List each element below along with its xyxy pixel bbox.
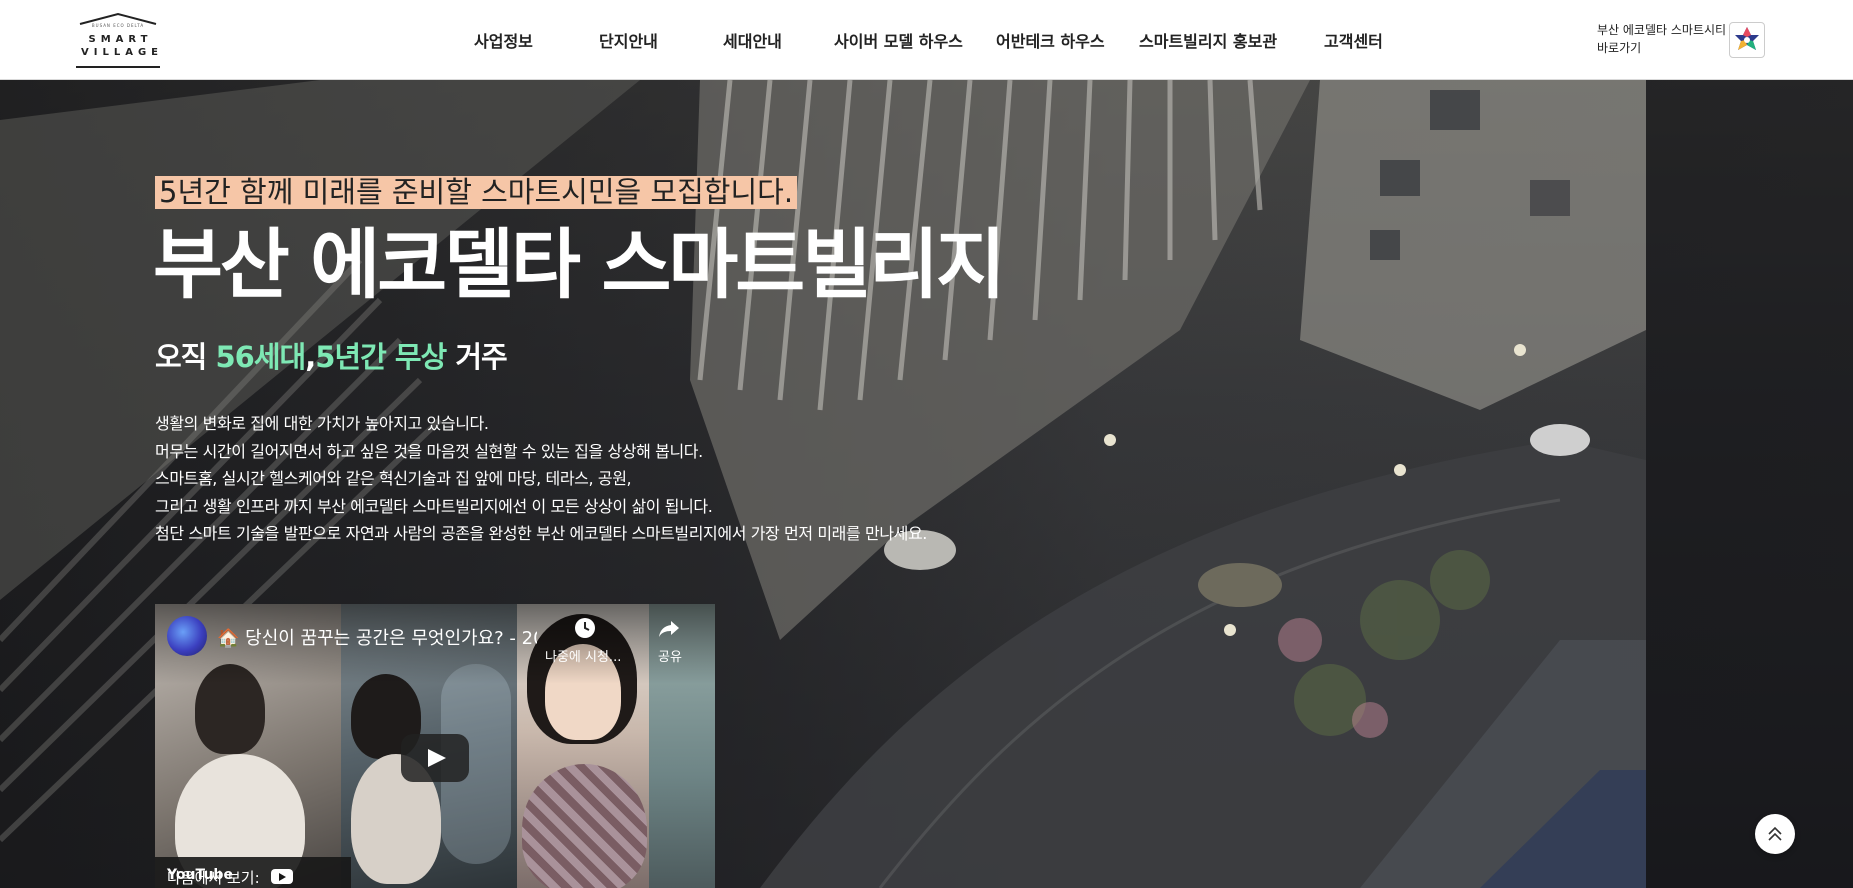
- subtitle-suffix: 거주: [446, 340, 507, 374]
- logo-subtext: BUSAN ECO DELTA: [91, 23, 145, 28]
- nav-item-unit-guide[interactable]: 세대안내: [723, 28, 782, 52]
- channel-avatar[interactable]: [167, 616, 207, 656]
- clock-icon[interactable]: [573, 616, 597, 640]
- share-icon[interactable]: [657, 616, 681, 640]
- nav-item-customer-center[interactable]: 고객센터: [1324, 28, 1383, 52]
- shortcut-line1: 부산 에코델타 스마트시티: [1597, 23, 1727, 37]
- nav-item-urbantech-house[interactable]: 어반테크 하우스: [996, 28, 1105, 52]
- hero-subtitle: 오직 56세대,5년간 무상 거주: [155, 334, 508, 376]
- subtitle-comma: ,: [305, 340, 316, 374]
- logo-line2: VILLAGE: [81, 47, 163, 58]
- video-title[interactable]: 🏠 당신이 꿈꾸는 공간은 무엇인가요? - 20...: [217, 624, 537, 650]
- double-chevron-up-icon: [1768, 826, 1782, 841]
- youtube-wordmark: YouTube: [167, 867, 233, 883]
- subtitle-free-period: 5년간 무상: [315, 340, 447, 374]
- shortcut-line2: 바로가기: [1597, 41, 1642, 55]
- logo-underline: [76, 66, 160, 68]
- description-line: 스마트홈, 실시간 헬스케어와 같은 혁신기술과 집 앞에 마당, 테라스, 공…: [155, 469, 632, 488]
- subtitle-prefix: 오직: [155, 340, 216, 374]
- site-header: BUSAN ECO DELTA SMART VILLAGE 사업정보 단지안내 …: [0, 0, 1853, 80]
- subtitle-units: 56세대: [215, 340, 306, 374]
- scroll-to-top-button[interactable]: [1755, 814, 1795, 854]
- star-emblem-icon: [1735, 27, 1759, 50]
- description-line: 머무는 시간이 길어지면서 하고 싶은 것을 마음껏 실현할 수 있는 집을 상…: [155, 441, 703, 461]
- nav-item-promotion-hall[interactable]: 스마트빌리지 홍보관: [1139, 28, 1277, 52]
- description-line: 그리고 생활 인프라 까지 부산 에코델타 스마트빌리지에선 이 모든 상상이 …: [155, 496, 713, 516]
- right-dim-overlay: [1646, 80, 1853, 888]
- youtube-video-embed[interactable]: 🏠 당신이 꿈꾸는 공간은 무엇인가요? - 20... 나중에 시청... 공…: [155, 604, 715, 888]
- description-line: 생활의 변화로 집에 대한 가치가 높아지고 있습니다.: [155, 414, 489, 433]
- recruit-highlight-text: 5년간 함께 미래를 준비할 스마트시민을 모집합니다.: [155, 176, 798, 209]
- smart-city-shortcut-badge[interactable]: [1729, 22, 1765, 58]
- nav-item-cyber-model-house[interactable]: 사이버 모델 하우스: [834, 28, 963, 52]
- watch-on-youtube-button[interactable]: 다음에서 보기: YouTube: [155, 857, 351, 888]
- smart-village-logo[interactable]: BUSAN ECO DELTA SMART VILLAGE: [76, 12, 160, 70]
- figure-shirt: [522, 764, 647, 888]
- description-line: 첨단 스마트 기술을 발판으로 자연과 사람의 공존을 완성한 부산 에코델타 …: [155, 524, 927, 543]
- nav-item-business-info[interactable]: 사업정보: [474, 28, 533, 52]
- nav-item-complex-guide[interactable]: 단지안내: [599, 28, 658, 52]
- smart-city-shortcut-link[interactable]: 부산 에코델타 스마트시티 바로가기: [1597, 21, 1727, 57]
- logo-line1: SMART: [88, 34, 153, 45]
- page-title: 부산 에코델타 스마트빌리지: [153, 220, 1006, 309]
- watch-later-label[interactable]: 나중에 시청...: [545, 646, 621, 665]
- youtube-logo-icon: [271, 869, 293, 884]
- hero-section: 5년간 함께 미래를 준비할 스마트시민을 모집합니다. 부산 에코델타 스마트…: [0, 80, 1853, 888]
- play-button[interactable]: [401, 734, 469, 782]
- share-label[interactable]: 공유: [658, 646, 682, 665]
- hero-description: 생활의 변화로 집에 대한 가치가 높아지고 있습니다. 머무는 시간이 길어지…: [155, 410, 927, 548]
